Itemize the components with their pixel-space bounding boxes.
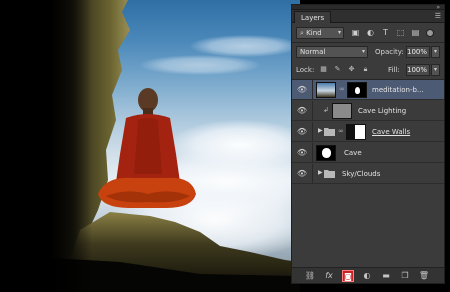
layer-name: Cave Lighting <box>358 107 407 115</box>
blend-row: Normal ▾ Opacity: 100% ▾ <box>292 43 444 61</box>
layer-name: meditation-b... <box>372 86 424 94</box>
layer-row-meditation[interactable]: 👁︎ ∞ meditation-b... <box>292 80 444 100</box>
mask-link-icon[interactable]: ∞ <box>338 127 344 135</box>
folder-icon <box>324 170 335 178</box>
lock-all-icon[interactable]: 🔒︎ <box>360 64 371 75</box>
clipping-mask-icon: ↲ <box>323 106 329 114</box>
lock-position-icon[interactable]: ✥ <box>346 64 357 75</box>
layer-name: Cave <box>344 149 362 157</box>
divider <box>312 122 313 142</box>
mask-shape <box>347 125 355 139</box>
shape-filter-icon[interactable]: ⬚ <box>395 27 406 38</box>
type-filter-icon[interactable]: T <box>380 27 391 38</box>
fill-label: Fill: <box>388 66 400 74</box>
layer-row-cave[interactable]: 👁︎ Cave <box>292 143 444 163</box>
chevron-down-icon: ▾ <box>337 29 341 36</box>
divider <box>312 80 313 100</box>
visibility-eye-icon[interactable]: 👁︎ <box>296 127 308 137</box>
new-layer-icon[interactable]: ❐ <box>399 270 411 282</box>
visibility-eye-icon[interactable]: 👁︎ <box>296 169 308 179</box>
fill-slider-toggle[interactable]: ▾ <box>431 64 440 76</box>
layer-thumbnail <box>316 145 336 161</box>
divider <box>312 101 313 121</box>
visibility-eye-icon[interactable]: 👁︎ <box>296 106 308 116</box>
divider <box>312 164 313 184</box>
new-group-icon[interactable]: ▬ <box>380 270 392 282</box>
tab-layers[interactable]: Layers <box>294 11 332 23</box>
pixel-filter-icon[interactable]: ▣ <box>350 27 361 38</box>
visibility-eye-icon[interactable]: 👁︎ <box>296 148 308 158</box>
kind-label: Kind <box>306 29 322 37</box>
filter-row: ⌕ Kind ▾ ▣ ◐ T ⬚ ▤ <box>292 24 444 42</box>
tab-bar: Layers ☰ <box>292 10 444 23</box>
opacity-label: Opacity: <box>375 48 404 56</box>
blend-mode-value: Normal <box>300 48 326 56</box>
layers-panel: » Layers ☰ ⌕ Kind ▾ ▣ ◐ T ⬚ ▤ Normal ▾ O… <box>291 4 445 284</box>
fx-icon[interactable]: fx <box>323 270 335 282</box>
layer-mask-thumbnail[interactable] <box>346 124 366 140</box>
meditating-monk <box>98 88 196 208</box>
expand-group-icon[interactable]: ▶ <box>318 169 323 176</box>
divider <box>312 143 313 163</box>
link-layers-icon[interactable]: ⛓ <box>304 270 316 282</box>
delete-icon[interactable]: 🗑︎ <box>418 270 430 282</box>
layer-mask-thumbnail[interactable] <box>347 82 367 98</box>
layer-name: Sky/Clouds <box>342 170 381 178</box>
adjustment-filter-icon[interactable]: ◐ <box>365 27 376 38</box>
add-mask-icon[interactable]: ◙ <box>342 270 354 282</box>
layer-row-cave-walls[interactable]: 👁︎ ▶ ∞ Cave Walls <box>292 122 444 142</box>
opacity-input[interactable]: 100% <box>406 46 430 58</box>
expand-group-icon[interactable]: ▶ <box>318 127 323 134</box>
adjustment-layer-icon[interactable]: ◐ <box>361 270 373 282</box>
chevron-down-icon: ▾ <box>361 48 365 55</box>
layer-thumbnail <box>332 103 352 119</box>
mask-shape <box>354 86 360 94</box>
layer-name: Cave Walls <box>372 128 411 136</box>
blend-mode-dropdown[interactable]: Normal ▾ <box>296 46 368 58</box>
layer-thumbnail <box>316 82 336 98</box>
thumbnail-shape <box>321 148 331 158</box>
mask-link-icon[interactable]: ∞ <box>339 85 345 93</box>
smart-object-filter-icon[interactable]: ▤ <box>410 27 421 38</box>
layer-row-cave-lighting[interactable]: 👁︎ ↲ Cave Lighting <box>292 101 444 121</box>
kind-filter-dropdown[interactable]: ⌕ Kind ▾ <box>296 27 344 39</box>
filter-toggle[interactable] <box>426 29 434 37</box>
lock-row: Lock: ▦ ✎ ✥ 🔒︎ Fill: 100% ▾ <box>292 61 444 79</box>
lock-label: Lock: <box>296 66 315 74</box>
lock-transparent-pixels-icon[interactable]: ▦ <box>318 64 329 75</box>
fill-input[interactable]: 100% <box>406 64 430 76</box>
visibility-eye-icon[interactable]: 👁︎ <box>296 85 308 95</box>
opacity-slider-toggle[interactable]: ▾ <box>431 46 440 58</box>
panel-footer: ⛓ fx ◙ ◐ ▬ ❐ 🗑︎ <box>292 267 444 283</box>
lock-image-pixels-icon[interactable]: ✎ <box>332 64 343 75</box>
layer-row-sky-clouds[interactable]: 👁︎ ▶ Sky/Clouds <box>292 164 444 184</box>
shadow-overlay <box>0 0 92 292</box>
panel-menu-icon[interactable]: ☰ <box>435 12 441 20</box>
folder-icon <box>324 128 335 136</box>
